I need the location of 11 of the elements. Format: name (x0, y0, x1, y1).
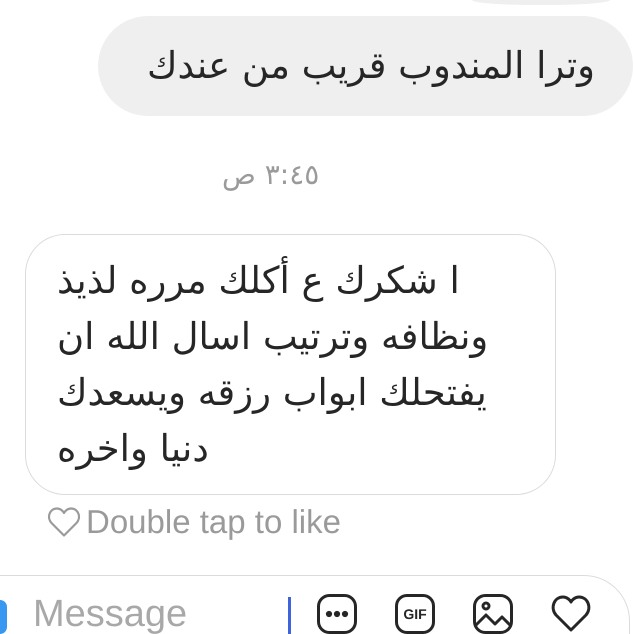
heart-icon[interactable] (551, 594, 591, 634)
text-cursor (288, 597, 291, 634)
like-hint: Double tap to like (86, 503, 341, 541)
ellipsis-icon[interactable] (317, 594, 357, 634)
gif-button[interactable]: GIF (395, 594, 435, 634)
round-button[interactable] (0, 600, 7, 634)
message-text: وترا المندوب قريب من عندك (146, 43, 595, 89)
message-text: ا شكرك ع أكلك مرره لذيذ ونظافه وترتيب اسال الله ان يفتحلك ابواب رزقه ويسعدك دنيا واخره (57, 253, 513, 477)
image-icon[interactable] (473, 594, 513, 634)
message-input[interactable]: Message (33, 594, 288, 634)
timestamp: ٣:٤٥ ص (222, 158, 320, 192)
